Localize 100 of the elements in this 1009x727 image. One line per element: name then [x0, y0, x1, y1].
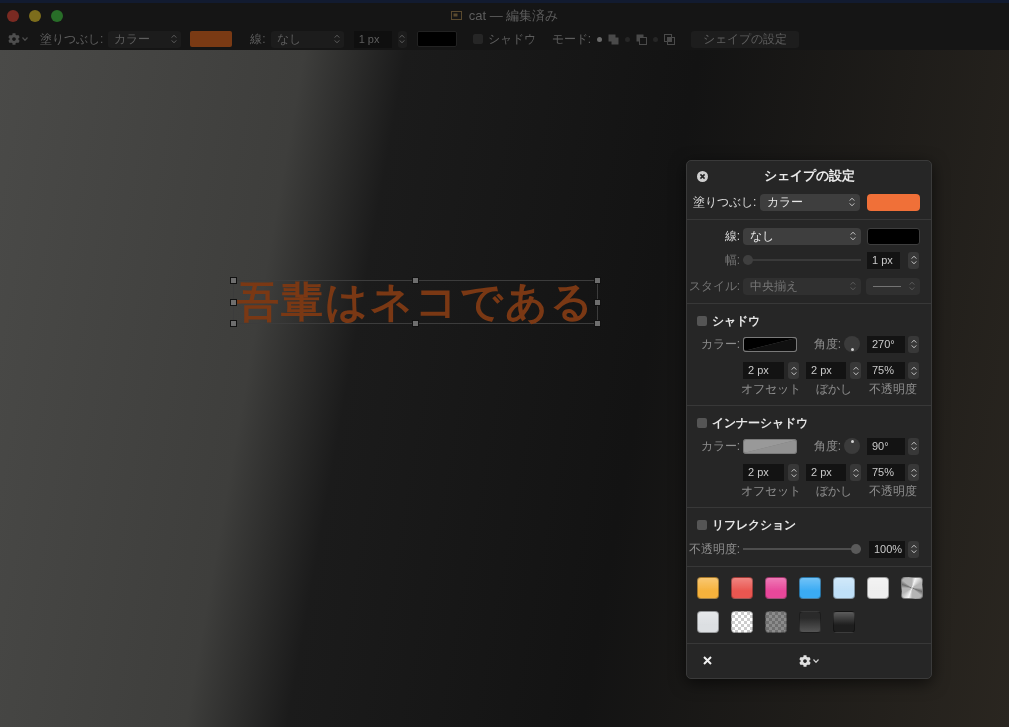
chevron-updown-icon [790, 365, 797, 376]
color-swatch[interactable] [867, 227, 920, 245]
stepper[interactable] [908, 362, 919, 379]
line-style-dropdown[interactable] [866, 277, 920, 295]
chevron-updown-icon [910, 544, 917, 554]
style-preset[interactable] [731, 611, 753, 633]
gear-menu-button[interactable] [799, 655, 819, 667]
selection-handle[interactable] [230, 320, 237, 327]
chevron-updown-icon [910, 365, 917, 376]
stepper[interactable] [850, 362, 861, 379]
style-preset[interactable] [731, 577, 753, 599]
stepper[interactable] [908, 251, 919, 269]
angle-marker-icon [850, 439, 854, 443]
stepper[interactable] [908, 335, 919, 353]
angle-dial[interactable] [844, 438, 860, 454]
chevron-updown-icon [850, 231, 856, 241]
number-field[interactable]: 270° [867, 335, 905, 353]
checkbox-label: シャドウ [487, 33, 536, 45]
style-preset[interactable] [697, 611, 719, 633]
number-field[interactable]: 2 px [806, 362, 846, 379]
stepper[interactable] [850, 464, 861, 481]
dropdown[interactable]: なし [743, 227, 861, 245]
selection-handle[interactable] [412, 277, 419, 284]
chevron-updown-icon [333, 34, 340, 44]
close-icon[interactable] [697, 171, 708, 182]
window-title: cat — 編集済み [468, 6, 559, 25]
selection-handle[interactable] [230, 299, 237, 306]
overlapping-squares-icon[interactable] [636, 33, 648, 45]
selection-handle[interactable] [594, 277, 601, 284]
color-swatch[interactable] [190, 31, 233, 47]
section-title: シャドウ [712, 315, 760, 327]
color-well[interactable] [743, 336, 797, 352]
angle-dial[interactable] [844, 336, 860, 352]
chevron-updown-icon [849, 197, 855, 207]
number-field[interactable]: 2 px [743, 464, 784, 481]
field-label: 不透明度 [869, 485, 917, 497]
style-preset[interactable] [833, 577, 855, 599]
color-swatch[interactable] [416, 31, 457, 47]
dropdown[interactable]: カラー [760, 193, 860, 211]
gear-icon [799, 655, 811, 667]
window-minimize-button[interactable] [29, 9, 41, 22]
number-field[interactable]: 2 px [806, 464, 846, 481]
chevron-updown-icon [909, 281, 915, 291]
selection-handle[interactable] [594, 299, 601, 306]
field-label: 不透明度 [869, 383, 917, 395]
chevron-updown-icon [850, 281, 856, 291]
field-label: モード: [551, 33, 592, 45]
number-field[interactable]: 75% [867, 362, 905, 379]
style-preset[interactable] [799, 577, 821, 599]
chevron-updown-icon [852, 467, 859, 478]
chevron-updown-icon [910, 441, 917, 451]
selection-handle[interactable] [412, 320, 419, 327]
mode-radio[interactable] [597, 36, 603, 42]
section-title: インナーシャドウ [712, 417, 808, 429]
field-label: ぼかし [815, 383, 852, 395]
field-label: カラー: [699, 338, 740, 350]
chevron-updown-icon [790, 467, 797, 478]
document-icon [450, 10, 462, 21]
style-preset[interactable] [867, 577, 889, 599]
field-label: 角度: [813, 440, 841, 452]
section-title: リフレクション [712, 519, 796, 531]
stepper[interactable] [788, 362, 799, 379]
checkbox[interactable] [697, 418, 707, 428]
checkbox[interactable] [697, 316, 707, 326]
slider-thumb[interactable] [851, 544, 861, 554]
slider[interactable] [743, 255, 861, 265]
chevron-updown-icon [910, 339, 917, 349]
stepper[interactable] [908, 464, 919, 481]
stepper[interactable] [908, 540, 919, 558]
selection-handle[interactable] [230, 277, 237, 284]
slider[interactable] [743, 544, 861, 554]
style-preset[interactable] [765, 611, 787, 633]
stepper[interactable] [908, 437, 919, 455]
number-field[interactable]: 2 px [743, 362, 784, 379]
stepper[interactable] [788, 464, 799, 481]
style-preset[interactable] [697, 577, 719, 599]
overlapping-squares-icon[interactable] [608, 33, 620, 45]
caret-icon [813, 659, 819, 663]
line-style-icon [873, 285, 901, 287]
field-label: 線: [723, 230, 740, 242]
checkbox[interactable] [697, 520, 707, 530]
selection-handle[interactable] [594, 320, 601, 327]
field-label: オフセット [741, 485, 801, 497]
close-icon[interactable] [703, 656, 712, 665]
angle-marker-icon [850, 347, 854, 351]
overlapping-squares-icon[interactable] [664, 33, 676, 45]
field-label: オフセット [741, 383, 801, 395]
color-swatch[interactable] [867, 193, 920, 211]
window-zoom-button[interactable] [51, 9, 63, 22]
number-field[interactable]: 90° [867, 437, 905, 455]
caret-icon [22, 37, 28, 41]
chevron-updown-icon [171, 34, 178, 44]
style-preset[interactable] [765, 577, 787, 599]
field-label: 線: [250, 33, 266, 45]
style-preset[interactable] [901, 577, 923, 599]
number-field[interactable]: 75% [867, 464, 905, 481]
color-well[interactable] [743, 438, 797, 454]
field-label: 塗りつぶし: [693, 196, 757, 208]
field-label: 幅: [723, 254, 740, 266]
number-field[interactable]: 100% [869, 540, 905, 558]
